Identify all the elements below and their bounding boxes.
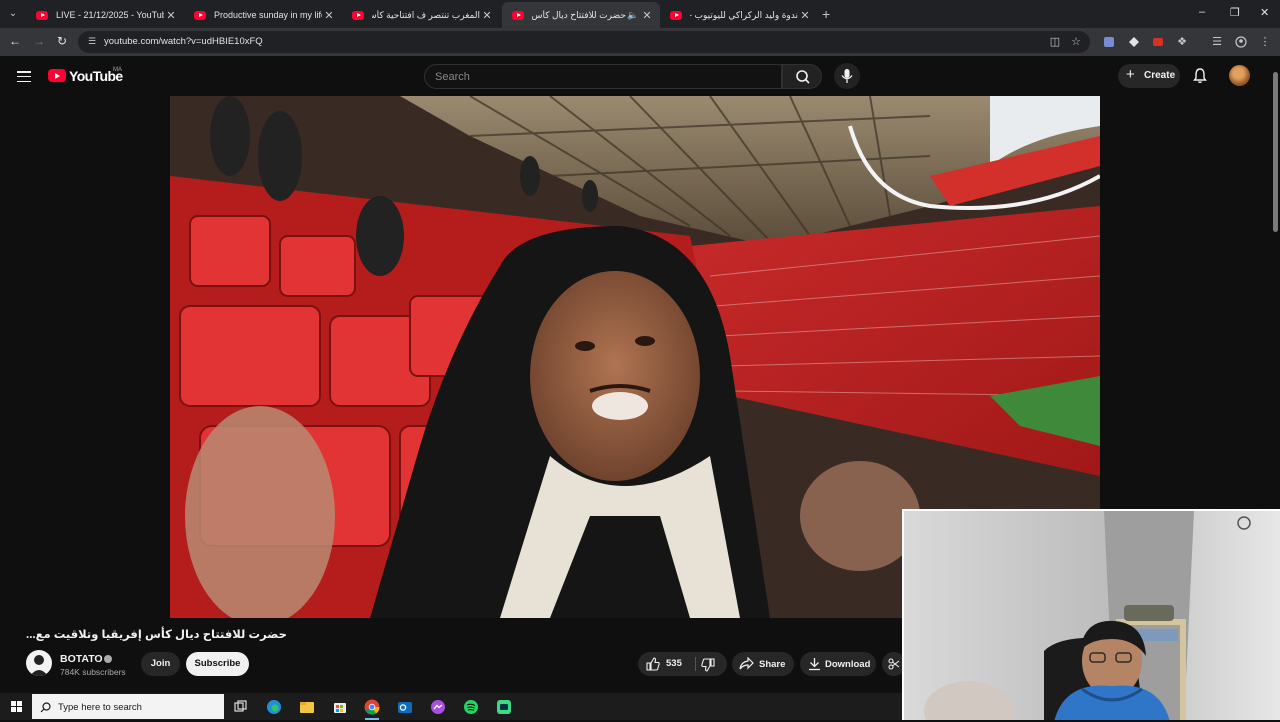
channel-name[interactable]: BOTATO <box>60 653 103 665</box>
like-dislike-bar <box>638 652 727 676</box>
microsoft-store-icon[interactable] <box>330 697 350 717</box>
install-app-icon[interactable]: ◫ <box>1049 36 1061 48</box>
browser-toolbar: ← → ↻ ☰ youtube.com/watch?v=udHBIE10xFQ … <box>0 28 1280 56</box>
browser-tab-strip: ⌄ LIVE - 21/12/2025 - YouTube ✕ Producti… <box>0 0 1280 28</box>
tab-title: حضرت للافتتاح ديال كأس إفر <box>532 9 626 20</box>
windows-taskbar: Type here to search <box>0 693 902 720</box>
site-info-icon[interactable]: ☰ <box>88 36 99 47</box>
browser-tab[interactable]: LIVE - 21/12/2025 - YouTube ✕ <box>26 2 184 28</box>
plus-icon: + <box>1126 66 1135 83</box>
youtube-favicon-icon <box>194 10 206 20</box>
region-code: MA <box>113 67 122 73</box>
create-label: Create <box>1144 70 1176 81</box>
search-placeholder: Search <box>435 71 470 83</box>
download-icon <box>809 658 820 671</box>
file-explorer-icon[interactable] <box>297 697 317 717</box>
voice-search-button[interactable] <box>834 63 860 89</box>
browser-tab[interactable]: ندوة وليد الركراكي لليوتيوب - be ✕ <box>660 2 818 28</box>
youtube-favicon-icon <box>36 10 48 20</box>
like-separator <box>695 657 696 671</box>
scissors-icon <box>888 658 900 670</box>
tab-close-icon[interactable]: ✕ <box>322 9 336 22</box>
forward-icon[interactable]: → <box>33 34 45 48</box>
account-avatar[interactable] <box>1229 65 1250 86</box>
scrollbar-thumb[interactable] <box>1273 72 1278 232</box>
tab-title: LIVE - 21/12/2025 - YouTube <box>56 10 164 20</box>
like-count: 535 <box>666 658 682 669</box>
close-window-icon[interactable]: ✕ <box>1260 6 1269 19</box>
translate-icon[interactable] <box>1103 36 1115 48</box>
back-icon[interactable]: ← <box>9 34 21 48</box>
outlook-icon[interactable] <box>395 697 415 717</box>
channel-avatar[interactable] <box>26 650 52 676</box>
browser-tab[interactable]: Productive sunday in my life liv ✕ <box>184 2 342 28</box>
new-tab-icon[interactable]: + <box>822 6 830 22</box>
youtube-logo-icon[interactable] <box>48 69 66 82</box>
speaker-icon[interactable]: 🔈 <box>626 10 640 21</box>
youtube-favicon-icon <box>670 10 682 20</box>
spotify-icon[interactable] <box>461 697 481 717</box>
download-button[interactable]: Download <box>800 652 876 676</box>
taskbar-search-placeholder: Type here to search <box>58 702 142 713</box>
messenger-icon[interactable] <box>428 697 448 717</box>
hamburger-menu-icon[interactable] <box>17 71 31 83</box>
restore-icon[interactable]: ❐ <box>1230 6 1240 19</box>
extension-red-icon[interactable] <box>1152 36 1164 48</box>
menu-dots-icon[interactable]: ⋮ <box>1259 36 1271 48</box>
search-icon <box>796 70 810 84</box>
notifications-bell-icon[interactable] <box>1192 67 1208 85</box>
windows-start-icon[interactable] <box>11 701 22 712</box>
tab-close-icon[interactable]: ✕ <box>480 9 494 22</box>
chrome-icon[interactable] <box>362 697 382 720</box>
minimize-icon[interactable]: – <box>1199 6 1205 18</box>
taskbar-search-input[interactable]: Type here to search <box>32 694 224 719</box>
bookmark-star-icon[interactable]: ☆ <box>1070 36 1082 48</box>
profile-icon[interactable] <box>1235 36 1247 48</box>
tab-search-chevron-icon[interactable]: ⌄ <box>4 5 22 23</box>
video-title: حضرت للافتتاح ديال كأس إفريقيا وتلاقيت م… <box>26 629 287 641</box>
taskbar-search-icon <box>40 702 51 713</box>
download-label: Download <box>825 659 871 670</box>
search-input[interactable]: Search <box>424 64 782 89</box>
create-button[interactable]: + Create <box>1118 64 1180 88</box>
like-thumb-icon[interactable] <box>646 657 660 671</box>
browser-tab-active[interactable]: حضرت للافتتاح ديال كأس إفر 🔈 ✕ <box>502 2 660 28</box>
verified-badge-icon <box>104 655 112 663</box>
tab-close-icon[interactable]: ✕ <box>798 9 812 22</box>
tab-title: المغرب تنتصر ف افتتاحية كأس ال <box>372 9 480 20</box>
youtube-header: YouTube MA Search + Create <box>0 56 1280 96</box>
search-button[interactable] <box>782 64 822 89</box>
task-view-icon[interactable] <box>230 697 250 717</box>
edge-browser-icon[interactable] <box>264 697 284 717</box>
tab-close-icon[interactable]: ✕ <box>640 9 654 22</box>
url-text[interactable]: youtube.com/watch?v=udHBIE10xFQ <box>104 36 263 47</box>
reading-list-icon[interactable]: ☰ <box>1211 36 1223 48</box>
browser-tab[interactable]: المغرب تنتصر ف افتتاحية كأس ال ✕ <box>342 2 500 28</box>
extensions-puzzle-icon[interactable]: ❖ <box>1176 36 1188 48</box>
extension-icon[interactable] <box>1128 36 1140 48</box>
subscriber-count: 784K subscribers <box>60 667 126 677</box>
tab-title: Productive sunday in my life liv <box>214 10 322 20</box>
android-studio-icon[interactable] <box>494 697 514 717</box>
share-label: Share <box>759 659 786 670</box>
youtube-favicon-icon <box>352 10 364 20</box>
share-button[interactable]: Share <box>732 652 794 676</box>
subscribe-button[interactable]: Subscribe <box>186 652 249 676</box>
share-arrow-icon <box>739 657 754 670</box>
reload-icon[interactable]: ↻ <box>57 34 67 48</box>
webcam-feed-image <box>904 511 1280 720</box>
tab-title: ندوة وليد الركراكي لليوتيوب - be <box>690 9 798 20</box>
microphone-icon <box>841 69 853 83</box>
join-button[interactable]: Join <box>141 652 180 676</box>
webcam-overlay <box>902 509 1280 720</box>
dislike-thumb-icon[interactable] <box>701 658 715 672</box>
tab-close-icon[interactable]: ✕ <box>164 9 178 22</box>
youtube-favicon-icon <box>512 10 524 20</box>
address-bar[interactable]: ☰ youtube.com/watch?v=udHBIE10xFQ <box>78 31 1090 53</box>
